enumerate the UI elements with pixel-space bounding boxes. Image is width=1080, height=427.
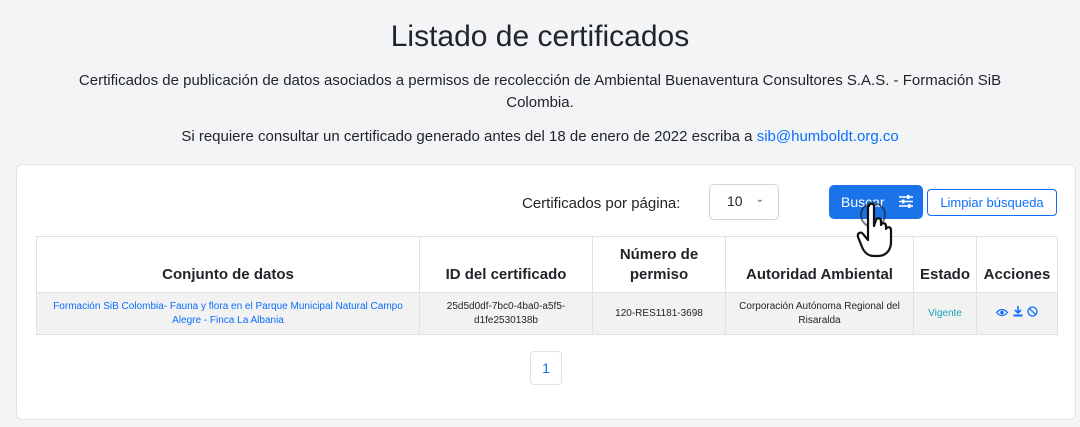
perpage-value: 10 — [727, 193, 743, 209]
table-row: Formación SiB Colombia- Fauna y flora en… — [36, 292, 1058, 335]
column-header-actions: Acciones — [976, 236, 1058, 293]
pagination-page-1[interactable]: 1 — [530, 351, 562, 385]
environmental-authority: Corporación Autónoma Regional del Risara… — [725, 292, 914, 335]
notice-message: Si requiere consultar un certificado gen… — [181, 128, 757, 145]
certificate-id: 25d5d0df-7bc0-4ba0-a5f5-d1fe2530138b — [419, 292, 593, 335]
perpage-label: Certificados por página: — [522, 195, 681, 212]
notice-text: Si requiere consultar un certificado gen… — [0, 128, 1080, 145]
table-header-row: Conjunto de datos ID del certificado Núm… — [36, 236, 1058, 293]
results-card: Certificados por página: 10 ⌄ Buscar Lim… — [16, 164, 1076, 420]
ban-icon[interactable] — [1026, 306, 1038, 320]
column-header-status: Estado — [913, 236, 977, 293]
page-subtitle: Certificados de publicación de datos aso… — [78, 72, 1002, 111]
eye-icon[interactable] — [996, 308, 1012, 320]
column-header-certificate-id: ID del certificado — [419, 236, 593, 293]
perpage-select[interactable]: 10 ⌄ — [709, 184, 779, 220]
permit-number: 120-RES1181-3698 — [592, 292, 726, 335]
row-actions — [976, 292, 1058, 335]
page-title: Listado de certificados — [390, 20, 690, 53]
column-header-dataset: Conjunto de datos — [36, 236, 420, 293]
dataset-link[interactable]: Formación SiB Colombia- Fauna y flora en… — [36, 292, 420, 335]
certificates-table: Conjunto de datos ID del certificado Núm… — [36, 236, 1058, 335]
download-icon[interactable] — [1013, 306, 1027, 320]
clear-search-button[interactable]: Limpiar búsqueda — [927, 189, 1057, 216]
status-label: Vigente — [913, 292, 977, 335]
chevron-down-icon: ⌄ — [755, 194, 764, 205]
hand-pointer-icon — [856, 202, 893, 258]
contact-email-link[interactable]: sib@humboldt.org.co — [757, 128, 899, 145]
column-header-permit-number: Número de permiso — [592, 236, 726, 293]
